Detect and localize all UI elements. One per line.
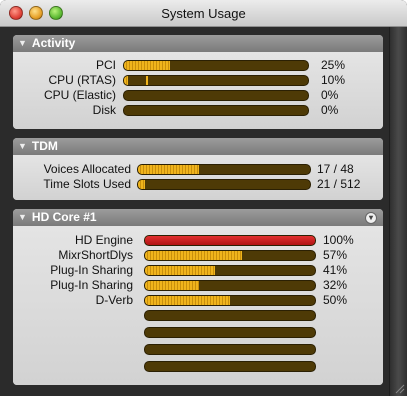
meter-label: HD Engine [74, 233, 133, 247]
meter-value: 0% [321, 103, 339, 117]
meter-value: 57% [323, 248, 348, 262]
meter-fill [145, 236, 315, 245]
meter-fill [124, 76, 128, 85]
meter-value: 32% [323, 278, 348, 292]
hd-core-row-empty [13, 359, 383, 374]
d-verb-meter [144, 295, 316, 306]
hd-core-row-empty [13, 342, 383, 357]
meter-fill [145, 281, 200, 290]
disclosure-triangle-icon[interactable]: ▼ [18, 209, 27, 226]
resize-grip-icon[interactable] [393, 382, 405, 394]
voices-allocated-meter [137, 164, 311, 175]
hd-core-row: D-Verb 50% [13, 293, 383, 308]
meter-label: D-Verb [95, 293, 133, 307]
meter-label: Time Slots Used [43, 177, 131, 191]
title-bar[interactable]: System Usage [0, 0, 407, 27]
meter-fill [145, 296, 230, 305]
hd-core-title: HD Core #1 [31, 210, 97, 224]
meter-value: 25% [321, 58, 346, 72]
plugin-sharing-meter [144, 280, 316, 291]
hd-core-row: Plug-In Sharing 32% [13, 278, 383, 293]
meter-label: PCI [95, 58, 116, 72]
peak-marker [146, 76, 149, 85]
activity-title: Activity [31, 36, 76, 50]
meter-value: 100% [323, 233, 354, 247]
meter-label: Plug-In Sharing [50, 278, 133, 292]
meter-value: 41% [323, 263, 348, 277]
activity-row-pci: PCI 25% [13, 58, 383, 73]
meter-fill [138, 180, 146, 189]
hd-core-body: HD Engine 100% MixrShortDlys 57% Plug-In… [13, 226, 383, 385]
tdm-body: Voices Allocated 17 / 48 Time Slots Used… [13, 155, 383, 200]
empty-meter [144, 361, 316, 372]
tdm-title: TDM [31, 139, 58, 153]
meter-value: 21 / 512 [317, 177, 361, 191]
activity-header[interactable]: ▼ Activity [13, 35, 383, 52]
empty-meter [144, 310, 316, 321]
empty-meter [144, 327, 316, 338]
meter-value: 10% [321, 73, 346, 87]
meter-value: 17 / 48 [317, 162, 354, 176]
meter-label: Disk [92, 103, 116, 117]
meter-label: CPU (Elastic) [43, 88, 116, 102]
tdm-header[interactable]: ▼ TDM [13, 138, 383, 155]
disk-meter [123, 105, 309, 116]
hd-core-row: Plug-In Sharing 41% [13, 263, 383, 278]
meter-value: 0% [321, 88, 339, 102]
mixrshortdlys-meter [144, 250, 316, 261]
meter-fill [145, 251, 242, 260]
time-slots-meter [137, 179, 311, 190]
hd-core-section: ▼ HD Core #1 ▾ HD Engine 100% MixrShortDl… [13, 209, 383, 385]
meter-label: Voices Allocated [43, 162, 131, 176]
empty-meter [144, 344, 316, 355]
section-menu-button[interactable]: ▾ [365, 212, 377, 224]
meter-fill [138, 165, 199, 174]
meter-label: MixrShortDlys [58, 248, 133, 262]
meter-fill [145, 266, 215, 275]
activity-row-cpu-rtas: CPU (RTAS) 10% [13, 73, 383, 88]
hd-core-row: MixrShortDlys 57% [13, 248, 383, 263]
activity-row-disk: Disk 0% [13, 103, 383, 118]
system-usage-window: System Usage ▼ Activity PCI 25% CPU (RTAS… [0, 0, 407, 396]
hd-engine-meter [144, 235, 316, 246]
activity-section: ▼ Activity PCI 25% CPU (RTAS) 10% CPU (El… [13, 35, 383, 129]
hd-core-row-empty [13, 325, 383, 340]
tdm-row-timeslots: Time Slots Used 21 / 512 [13, 177, 383, 192]
pci-meter [123, 60, 309, 71]
activity-row-cpu-elastic: CPU (Elastic) 0% [13, 88, 383, 103]
window-title: System Usage [161, 6, 246, 21]
disclosure-triangle-icon[interactable]: ▼ [18, 138, 27, 155]
plugin-sharing-meter [144, 265, 316, 276]
meter-value: 50% [323, 293, 348, 307]
cpu-elastic-meter [123, 90, 309, 101]
meter-label: CPU (RTAS) [48, 73, 116, 87]
vertical-scrollbar[interactable] [389, 27, 407, 396]
meter-label: Plug-In Sharing [50, 263, 133, 277]
cpu-rtas-meter [123, 75, 309, 86]
activity-body: PCI 25% CPU (RTAS) 10% CPU (Elastic) 0% … [13, 52, 383, 129]
hd-core-row-empty [13, 308, 383, 323]
disclosure-triangle-icon[interactable]: ▼ [18, 35, 27, 52]
hd-core-header[interactable]: ▼ HD Core #1 ▾ [13, 209, 383, 226]
tdm-row-voices: Voices Allocated 17 / 48 [13, 162, 383, 177]
tdm-section: ▼ TDM Voices Allocated 17 / 48 Time Slots… [13, 138, 383, 200]
hd-core-row: HD Engine 100% [13, 233, 383, 248]
meter-fill [124, 61, 170, 70]
